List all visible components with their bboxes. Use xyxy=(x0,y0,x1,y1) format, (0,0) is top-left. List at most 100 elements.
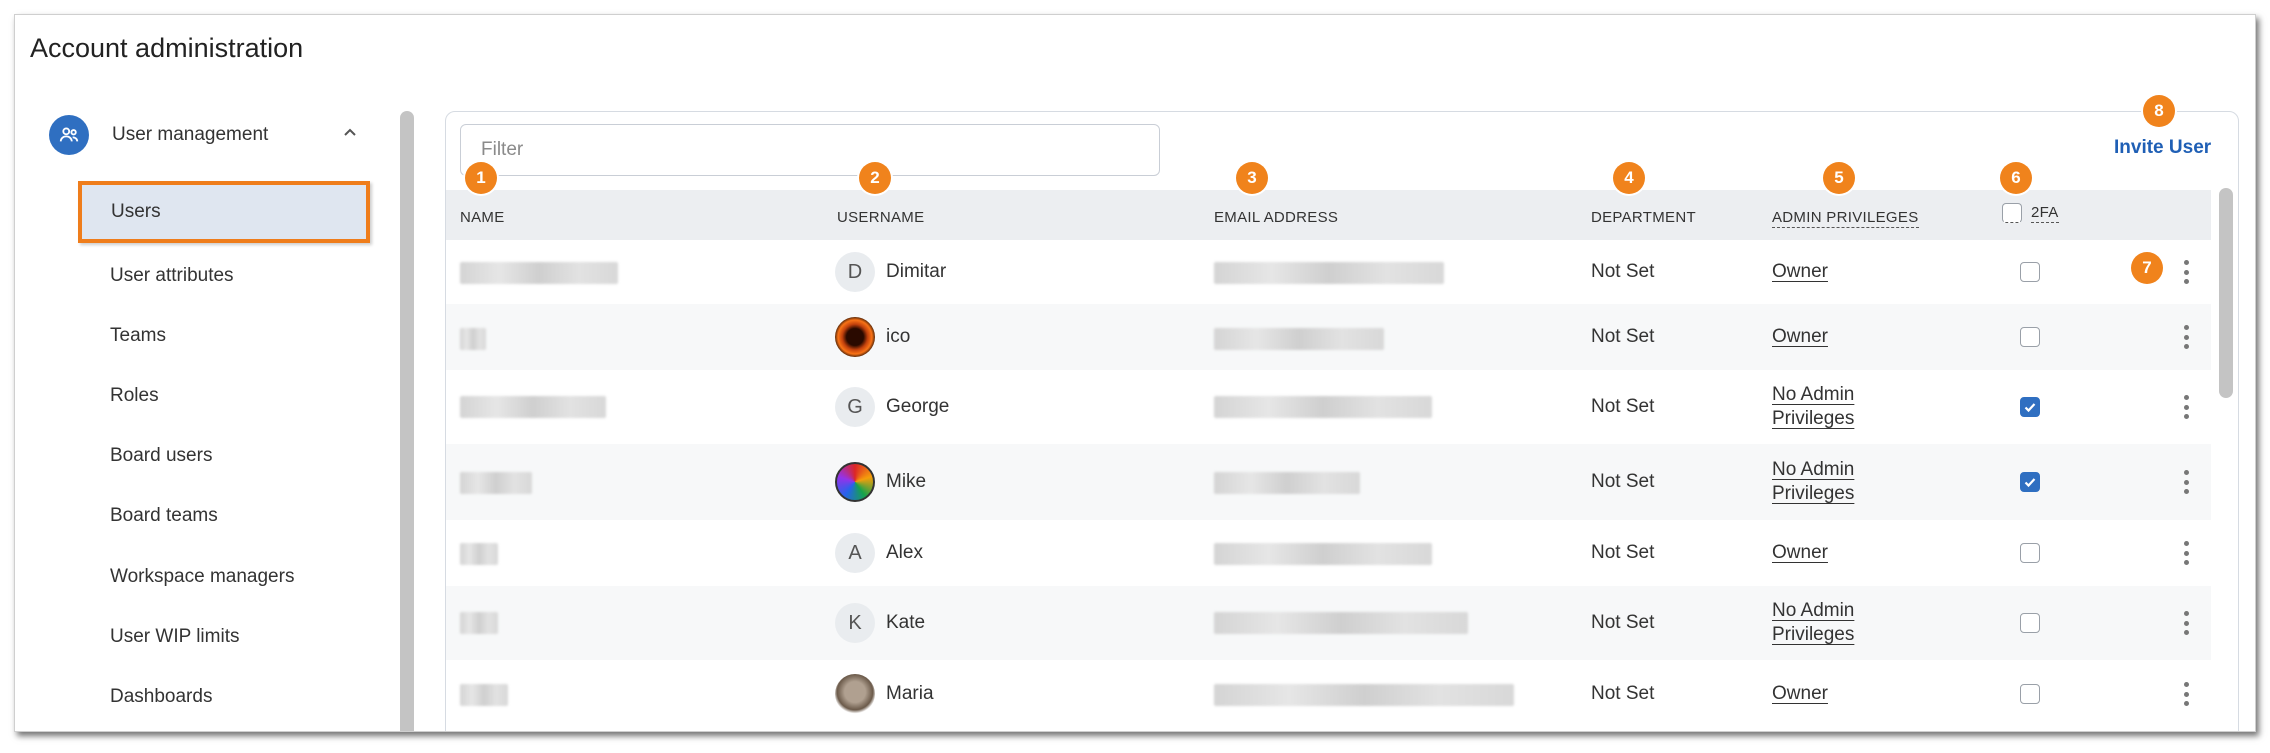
twofa-label: 2FA xyxy=(2031,203,2059,223)
email-redacted xyxy=(1214,612,1468,634)
department: Not Set xyxy=(1591,396,1655,417)
sidebar-item-users[interactable]: Users xyxy=(78,181,370,243)
privileges-line-1: No Admin xyxy=(1772,459,1855,480)
admin-window: Account administration User management U… xyxy=(14,14,2256,732)
table-scrollbar[interactable] xyxy=(2219,188,2233,398)
user-management-group[interactable]: User management xyxy=(49,110,379,160)
column-header-email[interactable]: EMAIL ADDRESS xyxy=(1214,209,1338,226)
avatar: K xyxy=(835,603,875,643)
filter-input[interactable] xyxy=(460,124,1160,176)
department: Not Set xyxy=(1591,326,1655,347)
sidebar-item-teams[interactable]: Teams xyxy=(110,325,166,347)
column-header-username[interactable]: USERNAME xyxy=(837,209,924,226)
avatar xyxy=(835,674,875,714)
column-header-2fa: 2FA xyxy=(2002,203,2059,223)
callout-badge-7: 7 xyxy=(2131,252,2163,284)
twofa-checkbox[interactable] xyxy=(2020,684,2040,704)
sidebar-item-board-users[interactable]: Board users xyxy=(110,445,212,467)
table-row[interactable]: Mike Not Set No Admin Privileges xyxy=(446,444,2211,520)
table-row[interactable]: D Dimitar Not Set Owner xyxy=(446,240,2211,304)
select-all-2fa-checkbox[interactable] xyxy=(2002,203,2022,223)
email-redacted xyxy=(1214,396,1432,418)
sidebar-item-dashboards[interactable]: Dashboards xyxy=(110,686,212,708)
email-redacted xyxy=(1214,543,1432,565)
group-label: User management xyxy=(112,124,269,145)
privileges-link[interactable]: Owner xyxy=(1772,325,1828,349)
privileges-link[interactable]: No Admin Privileges xyxy=(1772,599,1854,647)
privileges-line-2: Privileges xyxy=(1772,624,1855,645)
username: ico xyxy=(886,326,911,347)
admin-privileges-label: ADMIN PRIVILEGES xyxy=(1772,209,1919,228)
callout-badge-6: 6 xyxy=(2000,162,2032,194)
twofa-checkbox[interactable] xyxy=(2020,397,2040,417)
twofa-checkbox[interactable] xyxy=(2020,543,2040,563)
username: Alex xyxy=(886,542,923,563)
avatar: G xyxy=(835,387,875,427)
table-row[interactable]: G George Not Set No Admin Privileges xyxy=(446,370,2211,444)
privileges-line-1: No Admin xyxy=(1772,600,1855,621)
username: Maria xyxy=(886,683,934,704)
callout-badge-5: 5 xyxy=(1823,162,1855,194)
email-redacted xyxy=(1214,262,1444,284)
privileges-link[interactable]: Owner xyxy=(1772,260,1828,284)
privileges-line-1: No Admin xyxy=(1772,384,1855,405)
table-header: NAME USERNAME EMAIL ADDRESS DEPARTMENT A… xyxy=(446,190,2211,240)
twofa-checkbox[interactable] xyxy=(2020,472,2040,492)
name-redacted xyxy=(460,472,532,494)
sidebar-item-board-teams[interactable]: Board teams xyxy=(110,505,218,527)
table-row[interactable]: A Alex Not Set Owner xyxy=(446,520,2211,586)
table-row[interactable]: Maria Not Set Owner xyxy=(446,660,2211,730)
more-options-icon[interactable] xyxy=(2174,467,2198,497)
sidebar-item-user-attributes[interactable]: User attributes xyxy=(110,265,234,287)
callout-badge-2: 2 xyxy=(859,162,891,194)
username: George xyxy=(886,396,950,417)
avatar: A xyxy=(835,533,875,573)
twofa-checkbox[interactable] xyxy=(2020,262,2040,282)
email-redacted xyxy=(1214,472,1360,494)
more-options-icon[interactable] xyxy=(2174,322,2198,352)
privileges-link[interactable]: No Admin Privileges xyxy=(1772,458,1854,506)
callout-badge-3: 3 xyxy=(1236,162,1268,194)
privileges-link[interactable]: No Admin Privileges xyxy=(1772,383,1854,431)
callout-badge-8: 8 xyxy=(2143,95,2175,127)
column-header-admin-privileges[interactable]: ADMIN PRIVILEGES xyxy=(1772,209,1919,228)
name-redacted xyxy=(460,328,486,350)
privileges-link[interactable]: Owner xyxy=(1772,682,1828,706)
more-options-icon[interactable] xyxy=(2174,538,2198,568)
chevron-up-icon[interactable] xyxy=(342,125,358,146)
department: Not Set xyxy=(1591,683,1655,704)
table-row[interactable]: ico Not Set Owner xyxy=(446,304,2211,370)
sidebar-item-roles[interactable]: Roles xyxy=(110,385,159,407)
username: Kate xyxy=(886,612,926,633)
sidebar-scrollbar[interactable] xyxy=(400,111,414,731)
twofa-checkbox[interactable] xyxy=(2020,613,2040,633)
twofa-checkbox[interactable] xyxy=(2020,327,2040,347)
checkmark-icon xyxy=(2024,478,2036,488)
privileges-line-2: Privileges xyxy=(1772,408,1855,429)
sidebar-item-user-wip-limits[interactable]: User WIP limits xyxy=(110,626,239,648)
more-options-icon[interactable] xyxy=(2174,608,2198,638)
sidebar-item-workspace-managers[interactable]: Workspace managers xyxy=(110,566,294,588)
privileges-line-2: Privileges xyxy=(1772,483,1855,504)
column-header-department[interactable]: DEPARTMENT xyxy=(1591,209,1696,226)
department: Not Set xyxy=(1591,612,1655,633)
department: Not Set xyxy=(1591,542,1655,563)
name-redacted xyxy=(460,396,606,418)
username: Mike xyxy=(886,471,927,492)
department: Not Set xyxy=(1591,261,1655,282)
column-header-name[interactable]: NAME xyxy=(460,209,505,226)
username: Dimitar xyxy=(886,261,947,282)
more-options-icon[interactable] xyxy=(2174,257,2198,287)
name-redacted xyxy=(460,684,508,706)
callout-badge-4: 4 xyxy=(1613,162,1645,194)
more-options-icon[interactable] xyxy=(2174,392,2198,422)
sidebar: User management Users User attributes Te… xyxy=(15,110,415,731)
avatar xyxy=(835,462,875,502)
users-gear-icon xyxy=(49,115,89,155)
table-row[interactable]: K Kate Not Set No Admin Privileges xyxy=(446,586,2211,660)
privileges-link[interactable]: Owner xyxy=(1772,541,1828,565)
more-options-icon[interactable] xyxy=(2174,679,2198,709)
avatar xyxy=(835,317,875,357)
invite-user-button[interactable]: Invite User xyxy=(2114,137,2211,159)
name-redacted xyxy=(460,262,618,284)
